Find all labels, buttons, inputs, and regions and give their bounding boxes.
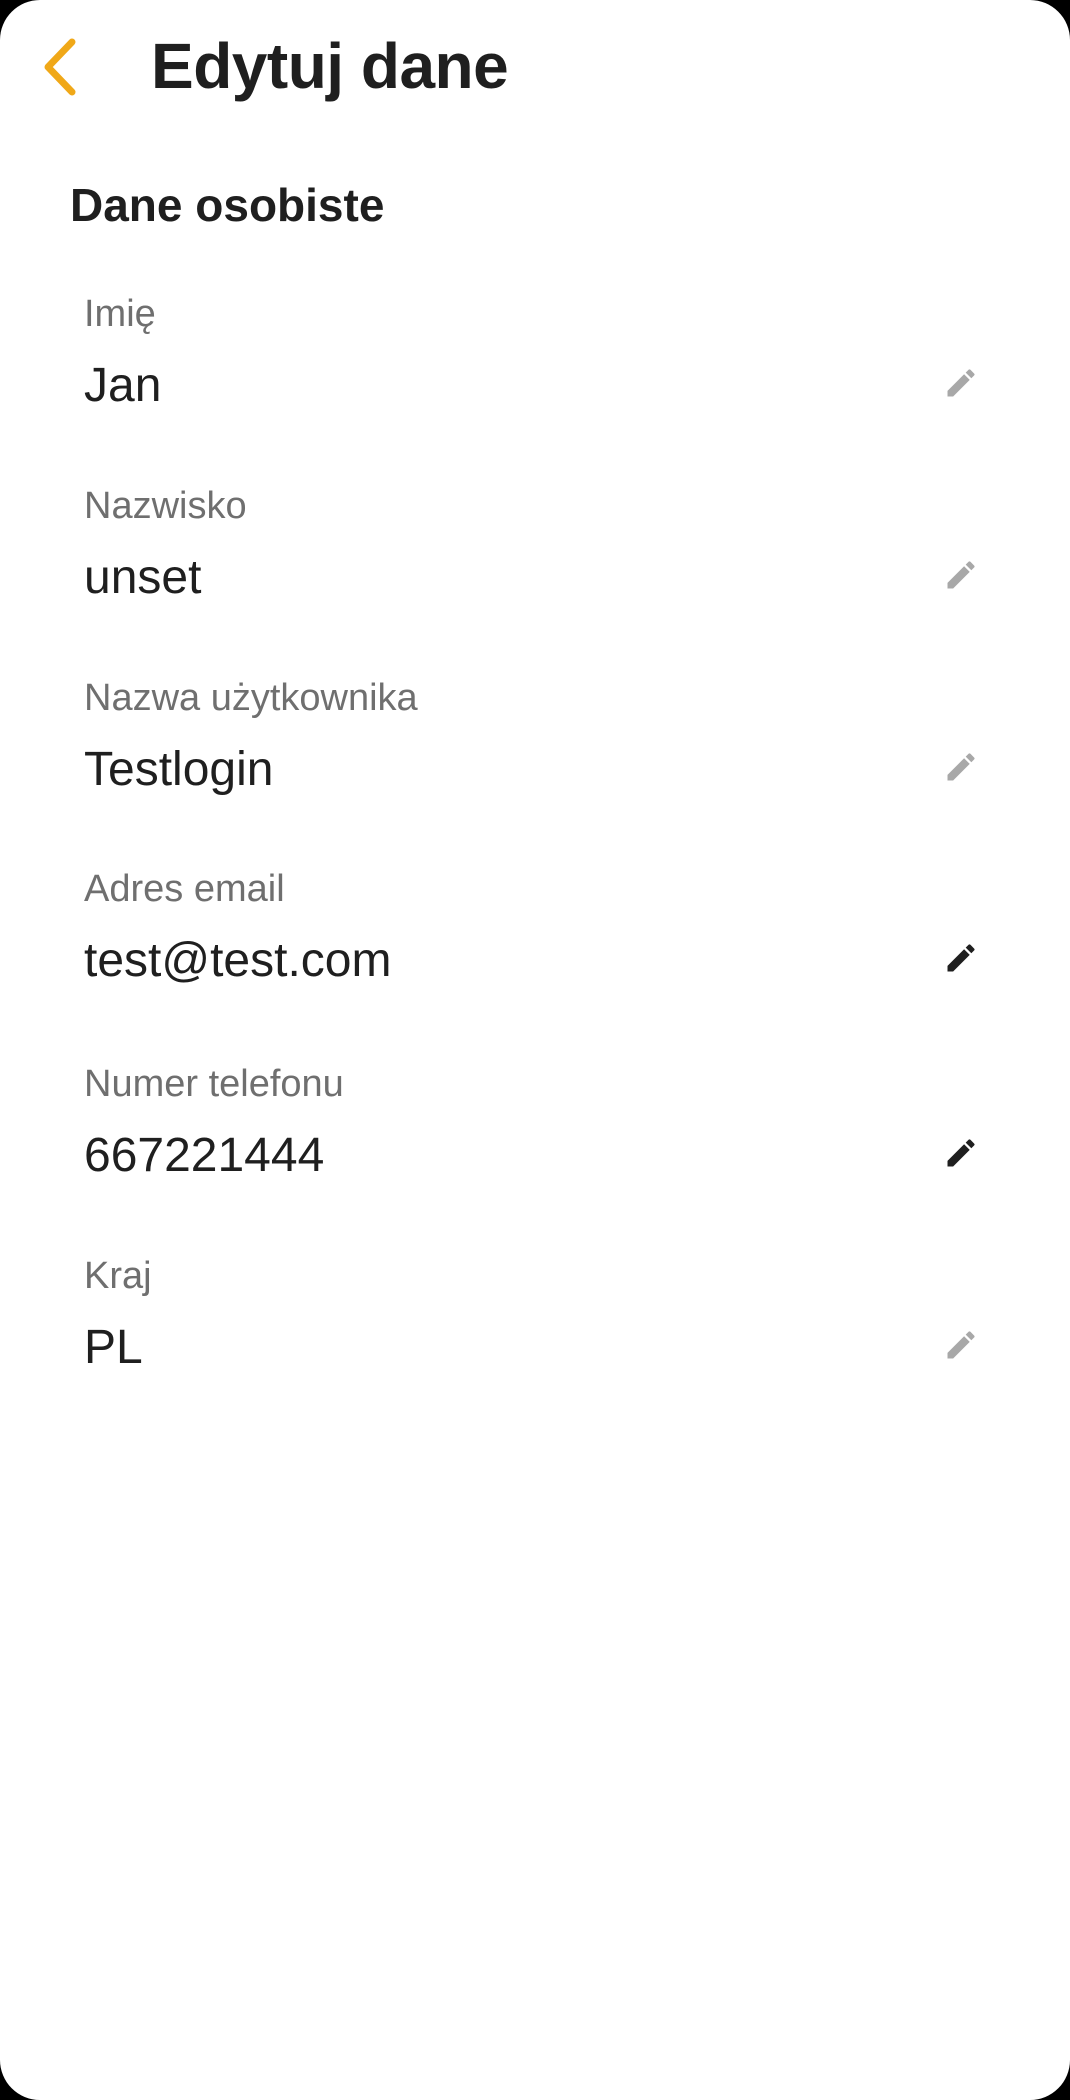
edit-username-button[interactable] [930, 736, 992, 798]
edit-phone-button[interactable] [930, 1122, 992, 1184]
field-label: Nazwa użytkownika [84, 677, 418, 719]
field-label: Nazwisko [84, 485, 247, 527]
pencil-icon [947, 369, 975, 397]
pencil-icon [947, 561, 975, 589]
field-label: Adres email [84, 868, 285, 910]
page-title: Edytuj dane [151, 30, 509, 102]
field-value: Testlogin [84, 743, 274, 796]
app-header: Edytuj dane [0, 0, 1070, 140]
edit-country-button[interactable] [930, 1314, 992, 1376]
field-label: Imię [84, 293, 156, 335]
field-first-name: Imię Jan [0, 290, 1070, 470]
edit-profile-screen: Edytuj dane Dane osobiste Imię Jan Nazwi… [0, 0, 1070, 2100]
back-button[interactable] [22, 22, 98, 112]
field-username: Nazwa użytkownika Testlogin [0, 674, 1070, 854]
field-value: Jan [84, 359, 162, 412]
edit-first-name-button[interactable] [930, 352, 992, 414]
pencil-icon [947, 944, 975, 972]
edit-last-name-button[interactable] [930, 544, 992, 606]
field-last-name: Nazwisko unset [0, 482, 1070, 662]
chevron-left-icon [44, 38, 76, 96]
field-value: 667221444 [84, 1129, 325, 1182]
field-label: Numer telefonu [84, 1063, 344, 1105]
pencil-icon [947, 1331, 975, 1359]
pencil-icon [947, 1139, 975, 1167]
section-title: Dane osobiste [70, 179, 385, 231]
field-value: PL [84, 1321, 143, 1374]
field-country: Kraj PL [0, 1252, 1070, 1432]
field-email: Adres email test@test.com [0, 865, 1070, 1045]
pencil-icon [947, 753, 975, 781]
field-value: unset [84, 551, 202, 604]
field-label: Kraj [84, 1255, 152, 1297]
field-value: test@test.com [84, 934, 392, 987]
field-phone: Numer telefonu 667221444 [0, 1060, 1070, 1240]
edit-email-button[interactable] [930, 927, 992, 989]
